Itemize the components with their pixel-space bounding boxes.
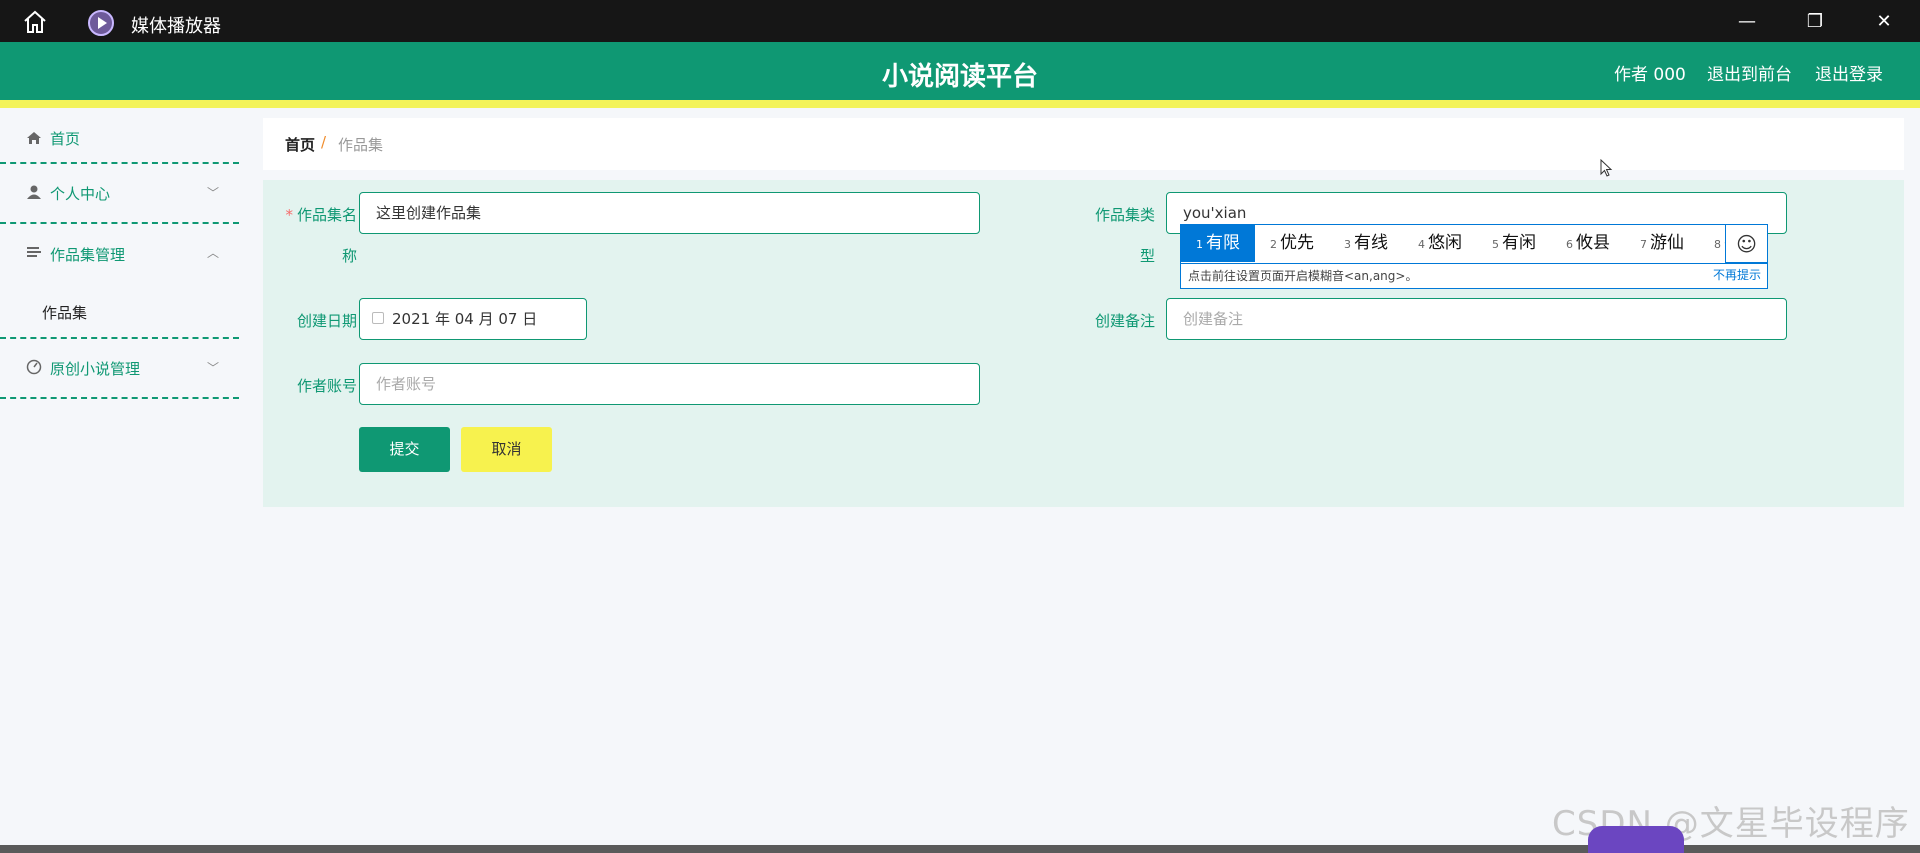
sidebar: 首页 个人中心 ﹀ 作品集管理 ︿ 作品集 原创小说管理 ﹀ [0, 116, 239, 853]
ime-candidate[interactable]: 8有 [1699, 225, 1727, 262]
chevron-down-icon: ﹀ [206, 361, 219, 375]
mouse-cursor-icon [1600, 159, 1613, 177]
ime-candidate[interactable]: 1 有限 [1181, 225, 1255, 262]
ime-candidate-text: 有闲 [1502, 233, 1536, 253]
ime-candidate[interactable]: 6 攸县 [1551, 225, 1625, 262]
author-account-input[interactable]: 作者账号 [359, 363, 980, 405]
app-header: 小说阅读平台 作者 000 退出到前台 退出登录 [0, 42, 1920, 108]
floating-widget[interactable] [1588, 826, 1684, 853]
ime-candidate-list: 1有限2优先3有线4悠闲5有闲6攸县7游仙8有 [1181, 225, 1727, 262]
cancel-button[interactable]: 取消 [461, 427, 552, 472]
ime-candidate-text: 有限 [1206, 233, 1240, 253]
emoji-icon[interactable]: ☺ [1725, 225, 1767, 263]
ime-candidate-window: 1有限2优先3有线4悠闲5有闲6攸县7游仙8有 ☺ 点击前往设置页面开启模糊音<… [1180, 224, 1768, 289]
ime-candidate[interactable]: 7 游仙 [1625, 225, 1699, 262]
name-label-cont: 称 [341, 247, 357, 265]
gauge-icon [26, 359, 42, 375]
ime-candidate-number: 5 [1492, 238, 1499, 251]
name-label: * 作品集名 [285, 206, 357, 224]
minimize-button[interactable]: — [1731, 8, 1763, 36]
ime-candidate-text: 有线 [1354, 233, 1388, 253]
chevron-down-icon: ﹀ [206, 186, 219, 200]
user-icon [26, 184, 42, 200]
remark-label: 创建备注 [1094, 312, 1155, 330]
ime-candidate[interactable]: 5 有闲 [1477, 225, 1551, 262]
sidebar-item-label: 原创小说管理 [50, 360, 141, 378]
sidebar-item-label: 作品集管理 [50, 246, 126, 264]
ime-candidate-number: 3 [1344, 238, 1351, 251]
ime-candidate-number: 2 [1270, 238, 1277, 251]
sidebar-item-label: 个人中心 [50, 185, 111, 203]
sidebar-item-profile[interactable]: 个人中心 ﹀ [0, 164, 239, 224]
ime-candidate[interactable]: 3 有线 [1329, 225, 1403, 262]
account-label: 作者账号 [296, 377, 357, 395]
sidebar-item-collection-mgmt[interactable]: 作品集管理 ︿ [0, 224, 239, 286]
ime-candidate-text: 攸县 [1576, 233, 1610, 253]
ime-candidate-number: 1 [1196, 238, 1203, 251]
required-mark: * [285, 206, 293, 224]
breadcrumb-home[interactable]: 首页 [285, 134, 315, 155]
ime-candidate-number: 4 [1418, 238, 1425, 251]
house-icon [26, 130, 42, 146]
ime-dismiss-hint-link[interactable]: 不再提示 [1713, 263, 1761, 289]
sidebar-subitem-collection[interactable]: 作品集 [0, 286, 239, 339]
ime-candidate-number: 6 [1566, 238, 1573, 251]
submit-button[interactable]: 提交 [359, 427, 450, 472]
logout-link[interactable]: 退出登录 [1815, 60, 1883, 85]
calendar-icon [372, 311, 384, 324]
window-title: 媒体播放器 [131, 16, 221, 37]
type-label-cont: 型 [1139, 247, 1155, 265]
close-button[interactable]: ✕ [1868, 8, 1900, 36]
type-label: 作品集类 [1094, 206, 1155, 224]
home-icon[interactable] [22, 10, 48, 34]
ime-hint: 点击前往设置页面开启模糊音<an,ang>。 [1181, 263, 1767, 289]
window-title-bar: 媒体播放器 — ❐ ✕ [0, 0, 1920, 42]
media-player-icon [88, 10, 114, 36]
create-date-picker[interactable]: 2021 年 04 月 07 日 [359, 298, 587, 340]
sidebar-item-home[interactable]: 首页 [0, 116, 239, 164]
exit-to-front-link[interactable]: 退出到前台 [1707, 60, 1792, 85]
collection-name-input[interactable]: 这里创建作品集 [359, 192, 980, 234]
chevron-up-icon: ︿ [206, 246, 219, 260]
ime-candidate-text: 悠闲 [1428, 233, 1462, 253]
date-label: 创建日期 [296, 312, 357, 330]
maximize-button[interactable]: ❐ [1799, 8, 1831, 36]
breadcrumb-separator: / [321, 133, 327, 151]
sidebar-item-novel-mgmt[interactable]: 原创小说管理 ﹀ [0, 339, 239, 399]
ime-candidate[interactable]: 2 优先 [1255, 225, 1329, 262]
ime-candidate[interactable]: 4 悠闲 [1403, 225, 1477, 262]
ime-candidate-text: 优先 [1280, 233, 1314, 253]
current-user[interactable]: 作者 000 [1614, 60, 1686, 85]
sidebar-subitem-label: 作品集 [42, 304, 88, 322]
ime-candidate-text: 游仙 [1650, 233, 1684, 253]
sidebar-item-label: 首页 [50, 130, 81, 148]
ime-candidate-number: 8 [1714, 238, 1721, 251]
list-icon [26, 244, 42, 260]
ime-candidate-number: 7 [1640, 238, 1647, 251]
breadcrumb-current: 作品集 [338, 136, 384, 154]
breadcrumb: 首页 / 作品集 [263, 118, 1904, 170]
remark-input[interactable]: 创建备注 [1166, 298, 1787, 340]
